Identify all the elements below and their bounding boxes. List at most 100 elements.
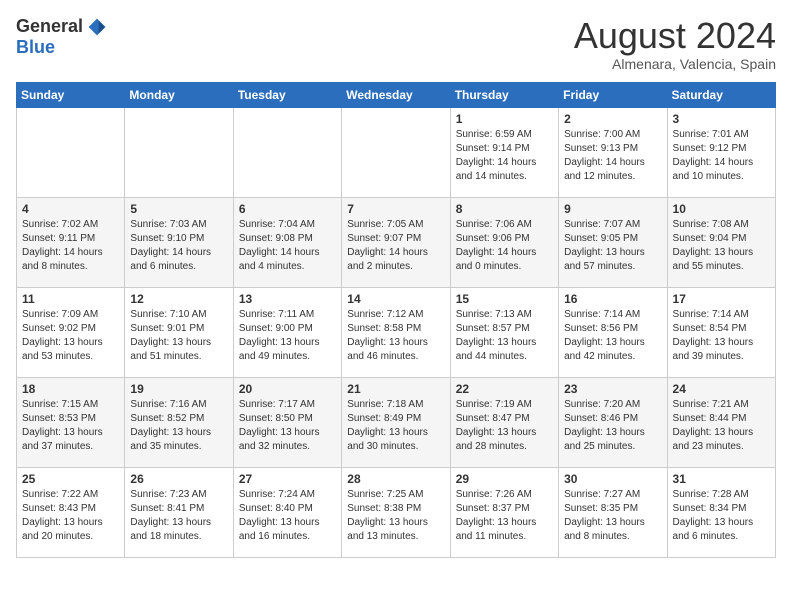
title-block: August 2024 Almenara, Valencia, Spain	[574, 16, 776, 72]
calendar-cell: 24 Sunrise: 7:21 AMSunset: 8:44 PMDayligh…	[667, 377, 775, 467]
day-info: Sunrise: 7:10 AMSunset: 9:01 PMDaylight:…	[130, 308, 227, 364]
logo-blue-text: Blue	[16, 37, 55, 58]
calendar-header-wednesday: Wednesday	[342, 82, 450, 107]
day-info: Sunrise: 7:08 AMSunset: 9:04 PMDaylight:…	[673, 218, 770, 274]
day-number: 5	[130, 202, 227, 216]
logo-icon	[87, 17, 107, 37]
day-info: Sunrise: 7:01 AMSunset: 9:12 PMDaylight:…	[673, 128, 770, 184]
day-number: 27	[239, 472, 336, 486]
day-number: 1	[456, 112, 553, 126]
day-info: Sunrise: 7:27 AMSunset: 8:35 PMDaylight:…	[564, 488, 661, 544]
calendar-cell: 22 Sunrise: 7:19 AMSunset: 8:47 PMDayligh…	[450, 377, 558, 467]
day-info: Sunrise: 7:16 AMSunset: 8:52 PMDaylight:…	[130, 398, 227, 454]
day-info: Sunrise: 7:12 AMSunset: 8:58 PMDaylight:…	[347, 308, 444, 364]
day-number: 23	[564, 382, 661, 396]
day-info: Sunrise: 7:17 AMSunset: 8:50 PMDaylight:…	[239, 398, 336, 454]
day-info: Sunrise: 7:24 AMSunset: 8:40 PMDaylight:…	[239, 488, 336, 544]
calendar-cell: 7Sunrise: 7:05 AMSunset: 9:07 PMDaylight…	[342, 197, 450, 287]
calendar-cell: 12Sunrise: 7:10 AMSunset: 9:01 PMDayligh…	[125, 287, 233, 377]
day-info: Sunrise: 7:20 AMSunset: 8:46 PMDaylight:…	[564, 398, 661, 454]
location-subtitle: Almenara, Valencia, Spain	[574, 56, 776, 72]
day-info: Sunrise: 7:04 AMSunset: 9:08 PMDaylight:…	[239, 218, 336, 274]
calendar-cell: 20 Sunrise: 7:17 AMSunset: 8:50 PMDayligh…	[233, 377, 341, 467]
day-number: 9	[564, 202, 661, 216]
calendar-cell: 3 Sunrise: 7:01 AMSunset: 9:12 PMDaylight…	[667, 107, 775, 197]
calendar-table: SundayMondayTuesdayWednesdayThursdayFrid…	[16, 82, 776, 558]
calendar-header-monday: Monday	[125, 82, 233, 107]
calendar-cell: 6Sunrise: 7:04 AMSunset: 9:08 PMDaylight…	[233, 197, 341, 287]
calendar-cell: 30 Sunrise: 7:27 AMSunset: 8:35 PMDayligh…	[559, 467, 667, 557]
day-info: Sunrise: 7:28 AMSunset: 8:34 PMDaylight:…	[673, 488, 770, 544]
day-number: 16	[564, 292, 661, 306]
day-number: 25	[22, 472, 119, 486]
calendar-cell: 14 Sunrise: 7:12 AMSunset: 8:58 PMDayligh…	[342, 287, 450, 377]
day-info: Sunrise: 7:18 AMSunset: 8:49 PMDaylight:…	[347, 398, 444, 454]
calendar-cell: 18Sunrise: 7:15 AMSunset: 8:53 PMDayligh…	[17, 377, 125, 467]
calendar-cell	[17, 107, 125, 197]
day-info: Sunrise: 7:07 AMSunset: 9:05 PMDaylight:…	[564, 218, 661, 274]
calendar-cell: 17 Sunrise: 7:14 AMSunset: 8:54 PMDayligh…	[667, 287, 775, 377]
calendar-header-row: SundayMondayTuesdayWednesdayThursdayFrid…	[17, 82, 776, 107]
day-number: 14	[347, 292, 444, 306]
day-info: Sunrise: 7:23 AMSunset: 8:41 PMDaylight:…	[130, 488, 227, 544]
calendar-cell: 10 Sunrise: 7:08 AMSunset: 9:04 PMDayligh…	[667, 197, 775, 287]
month-year-title: August 2024	[574, 16, 776, 56]
calendar-cell: 29 Sunrise: 7:26 AMSunset: 8:37 PMDayligh…	[450, 467, 558, 557]
day-info: Sunrise: 7:26 AMSunset: 8:37 PMDaylight:…	[456, 488, 553, 544]
calendar-header-sunday: Sunday	[17, 82, 125, 107]
page-header: General Blue August 2024 Almenara, Valen…	[16, 16, 776, 72]
calendar-header-thursday: Thursday	[450, 82, 558, 107]
calendar-cell: 1Sunrise: 6:59 AMSunset: 9:14 PMDaylight…	[450, 107, 558, 197]
calendar-week-row: 25 Sunrise: 7:22 AMSunset: 8:43 PMDayligh…	[17, 467, 776, 557]
day-info: Sunrise: 7:14 AMSunset: 8:56 PMDaylight:…	[564, 308, 661, 364]
calendar-cell: 8 Sunrise: 7:06 AMSunset: 9:06 PMDaylight…	[450, 197, 558, 287]
calendar-cell	[342, 107, 450, 197]
day-number: 11	[22, 292, 119, 306]
calendar-week-row: 11Sunrise: 7:09 AMSunset: 9:02 PMDayligh…	[17, 287, 776, 377]
day-number: 8	[456, 202, 553, 216]
calendar-cell: 28Sunrise: 7:25 AMSunset: 8:38 PMDayligh…	[342, 467, 450, 557]
calendar-cell: 16 Sunrise: 7:14 AMSunset: 8:56 PMDayligh…	[559, 287, 667, 377]
calendar-cell: 15Sunrise: 7:13 AMSunset: 8:57 PMDayligh…	[450, 287, 558, 377]
day-info: Sunrise: 7:14 AMSunset: 8:54 PMDaylight:…	[673, 308, 770, 364]
day-number: 13	[239, 292, 336, 306]
calendar-header-friday: Friday	[559, 82, 667, 107]
day-info: Sunrise: 7:11 AMSunset: 9:00 PMDaylight:…	[239, 308, 336, 364]
calendar-cell	[125, 107, 233, 197]
day-info: Sunrise: 7:05 AMSunset: 9:07 PMDaylight:…	[347, 218, 444, 274]
calendar-week-row: 1Sunrise: 6:59 AMSunset: 9:14 PMDaylight…	[17, 107, 776, 197]
day-number: 18	[22, 382, 119, 396]
calendar-cell: 4 Sunrise: 7:02 AMSunset: 9:11 PMDaylight…	[17, 197, 125, 287]
calendar-cell: 2Sunrise: 7:00 AMSunset: 9:13 PMDaylight…	[559, 107, 667, 197]
calendar-cell: 25 Sunrise: 7:22 AMSunset: 8:43 PMDayligh…	[17, 467, 125, 557]
day-number: 2	[564, 112, 661, 126]
day-number: 30	[564, 472, 661, 486]
day-info: Sunrise: 7:02 AMSunset: 9:11 PMDaylight:…	[22, 218, 119, 274]
day-info: Sunrise: 7:21 AMSunset: 8:44 PMDaylight:…	[673, 398, 770, 454]
day-number: 31	[673, 472, 770, 486]
day-info: Sunrise: 7:19 AMSunset: 8:47 PMDaylight:…	[456, 398, 553, 454]
day-info: Sunrise: 7:13 AMSunset: 8:57 PMDaylight:…	[456, 308, 553, 364]
logo: General Blue	[16, 16, 107, 58]
calendar-cell: 27 Sunrise: 7:24 AMSunset: 8:40 PMDayligh…	[233, 467, 341, 557]
day-number: 17	[673, 292, 770, 306]
day-number: 29	[456, 472, 553, 486]
day-number: 10	[673, 202, 770, 216]
logo-general-text: General	[16, 16, 83, 37]
calendar-cell: 21Sunrise: 7:18 AMSunset: 8:49 PMDayligh…	[342, 377, 450, 467]
day-number: 20	[239, 382, 336, 396]
day-info: Sunrise: 7:22 AMSunset: 8:43 PMDaylight:…	[22, 488, 119, 544]
calendar-header-saturday: Saturday	[667, 82, 775, 107]
calendar-header-tuesday: Tuesday	[233, 82, 341, 107]
calendar-cell: 13 Sunrise: 7:11 AMSunset: 9:00 PMDayligh…	[233, 287, 341, 377]
day-info: Sunrise: 7:06 AMSunset: 9:06 PMDaylight:…	[456, 218, 553, 274]
day-number: 24	[673, 382, 770, 396]
day-number: 28	[347, 472, 444, 486]
day-number: 22	[456, 382, 553, 396]
day-number: 19	[130, 382, 227, 396]
day-number: 3	[673, 112, 770, 126]
day-number: 4	[22, 202, 119, 216]
calendar-cell: 23 Sunrise: 7:20 AMSunset: 8:46 PMDayligh…	[559, 377, 667, 467]
calendar-week-row: 4 Sunrise: 7:02 AMSunset: 9:11 PMDaylight…	[17, 197, 776, 287]
calendar-cell: 26Sunrise: 7:23 AMSunset: 8:41 PMDayligh…	[125, 467, 233, 557]
